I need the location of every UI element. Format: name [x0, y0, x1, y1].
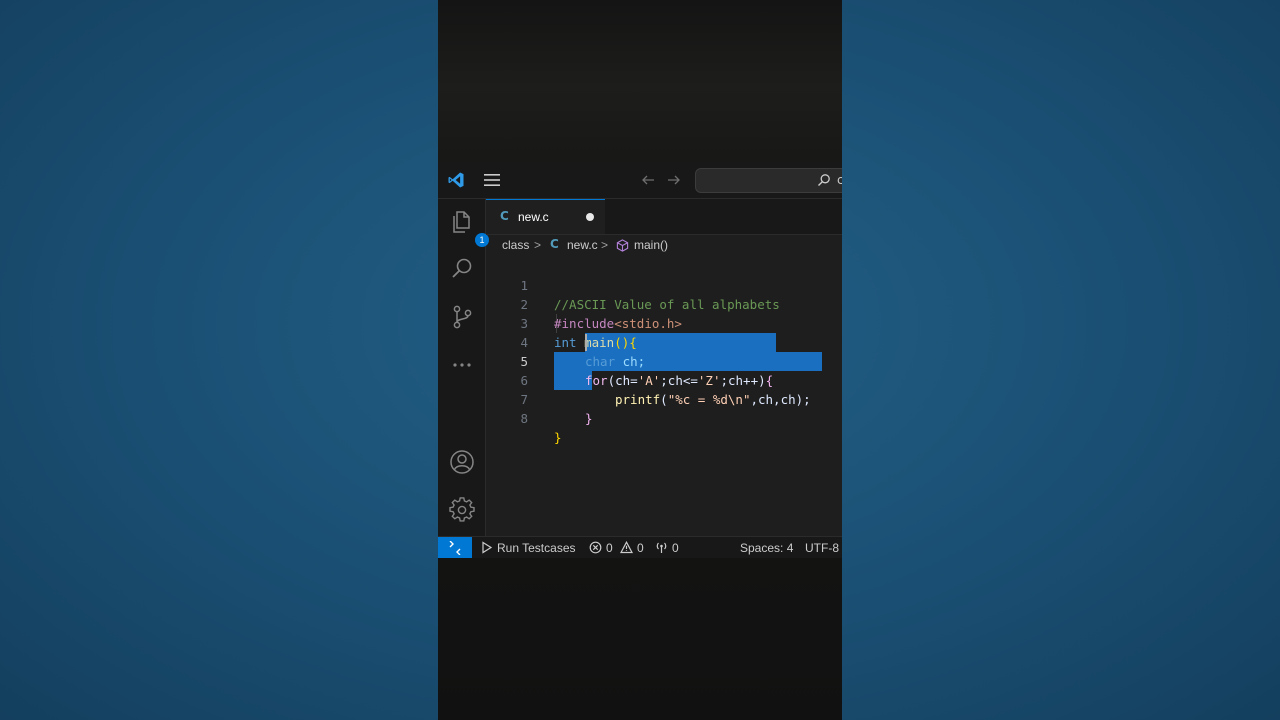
run-testcases-button[interactable]: Run Testcases	[480, 537, 576, 558]
breadcrumb-file[interactable]: new.c	[567, 238, 598, 252]
code-line-8: 8 }	[486, 390, 842, 445]
run-testcases-label: Run Testcases	[497, 541, 576, 555]
c-file-icon: C	[550, 237, 559, 251]
code-line-7: 7 }	[486, 371, 842, 426]
error-icon	[589, 541, 602, 554]
remote-button[interactable]	[438, 537, 472, 558]
ports-count: 0	[672, 541, 679, 555]
status-bar: Run Testcases 0 0 0 Spaces: 4 UTF-8	[438, 536, 842, 558]
account-icon[interactable]	[449, 449, 475, 475]
video-frame: c 1 C new.c class > C new.c > main() 1 /…	[438, 0, 842, 720]
vscode-logo-icon[interactable]	[447, 171, 465, 189]
breadcrumb-symbol[interactable]: main()	[634, 238, 668, 252]
title-bar: c	[438, 162, 842, 199]
tab-new-c[interactable]: C new.c	[486, 199, 605, 234]
code-line-3: 3 int main(){	[486, 295, 842, 350]
c-file-icon: C	[500, 209, 509, 223]
code-brace: }	[554, 430, 562, 445]
encoding-button[interactable]: UTF-8	[805, 537, 839, 558]
source-control-icon[interactable]	[449, 304, 475, 330]
search-icon	[818, 174, 830, 186]
code-line-6: 6 printf("%c = %d\n",ch,ch);	[486, 352, 842, 407]
breadcrumb: class > C new.c > main()	[486, 235, 842, 257]
indentation-button[interactable]: Spaces: 4	[740, 537, 793, 558]
symbol-method-icon	[616, 239, 629, 252]
code-line-5: 5 for(ch='A';ch<='Z';ch++){	[486, 333, 842, 388]
code-line-4: 4 char ch;	[486, 314, 842, 369]
ports-button[interactable]: 0	[655, 537, 679, 558]
files-icon[interactable]: 1	[449, 209, 489, 247]
gear-icon[interactable]	[449, 497, 475, 523]
code-brace: }	[585, 411, 593, 426]
remote-icon	[449, 541, 461, 555]
breadcrumb-separator: >	[601, 238, 609, 252]
unsaved-dot-icon[interactable]	[586, 213, 594, 221]
menu-icon[interactable]	[483, 173, 501, 187]
play-icon	[482, 541, 493, 554]
problems-button[interactable]: 0 0	[589, 537, 644, 558]
editor-tabs: C new.c	[486, 199, 842, 235]
breadcrumb-separator: >	[534, 238, 542, 252]
error-count: 0	[606, 541, 613, 555]
text-cursor	[585, 334, 587, 351]
search-placeholder: c	[837, 173, 842, 187]
command-center-search[interactable]: c	[695, 168, 842, 193]
arrow-left-icon[interactable]	[640, 172, 656, 188]
warning-icon	[620, 541, 634, 554]
code-editor[interactable]: 1 //ASCII Value of all alphabets 2 #incl…	[486, 257, 842, 536]
code-line-1: 1 //ASCII Value of all alphabets	[486, 257, 842, 312]
ellipsis-icon[interactable]	[449, 352, 475, 378]
tab-label: new.c	[518, 210, 549, 224]
broadcast-icon	[656, 542, 667, 554]
code-line-2: 2 #include<stdio.h>	[486, 276, 842, 331]
search-icon[interactable]	[449, 256, 475, 282]
arrow-right-icon[interactable]	[666, 172, 682, 188]
warning-count: 0	[637, 541, 644, 555]
line-number: 8	[520, 411, 528, 426]
vscode-window: c 1 C new.c class > C new.c > main() 1 /…	[438, 162, 842, 558]
breadcrumb-folder[interactable]: class	[502, 238, 529, 252]
activity-bar: 1	[438, 199, 489, 536]
